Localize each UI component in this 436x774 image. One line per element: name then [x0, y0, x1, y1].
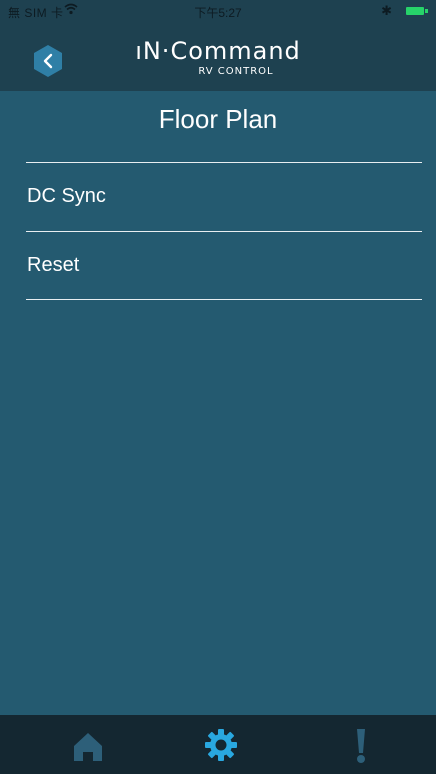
wifi-icon	[64, 3, 78, 18]
status-bar: 無 SIM 卡 下午5:27 ✱	[0, 0, 436, 22]
tab-alerts[interactable]	[331, 727, 391, 767]
tab-settings[interactable]	[191, 727, 251, 767]
app-header: ıN·Command RV CONTROL	[0, 22, 436, 91]
home-icon	[74, 733, 102, 761]
bluetooth-icon: ✱	[381, 3, 392, 18]
battery-tip-icon	[425, 9, 428, 13]
logo-sub-text: RV CONTROL	[198, 66, 274, 77]
menu-item-dc-sync[interactable]: DC Sync	[0, 163, 436, 231]
menu-item-label: DC Sync	[27, 185, 106, 207]
tab-home[interactable]	[58, 727, 118, 767]
status-time: 下午5:27	[194, 6, 242, 20]
app-logo: ıN·Command RV CONTROL	[0, 37, 436, 77]
tab-bar	[0, 715, 436, 774]
alert-icon	[357, 729, 365, 763]
logo-main-text: ıN·Command	[135, 37, 301, 65]
divider	[26, 299, 422, 300]
gear-icon	[205, 729, 237, 761]
page-title: Floor Plan	[158, 104, 278, 134]
menu-item-label: Reset	[27, 254, 80, 276]
carrier-label: 無 SIM 卡	[8, 6, 64, 20]
battery-icon	[406, 7, 424, 15]
menu-item-reset[interactable]: Reset	[0, 232, 436, 300]
